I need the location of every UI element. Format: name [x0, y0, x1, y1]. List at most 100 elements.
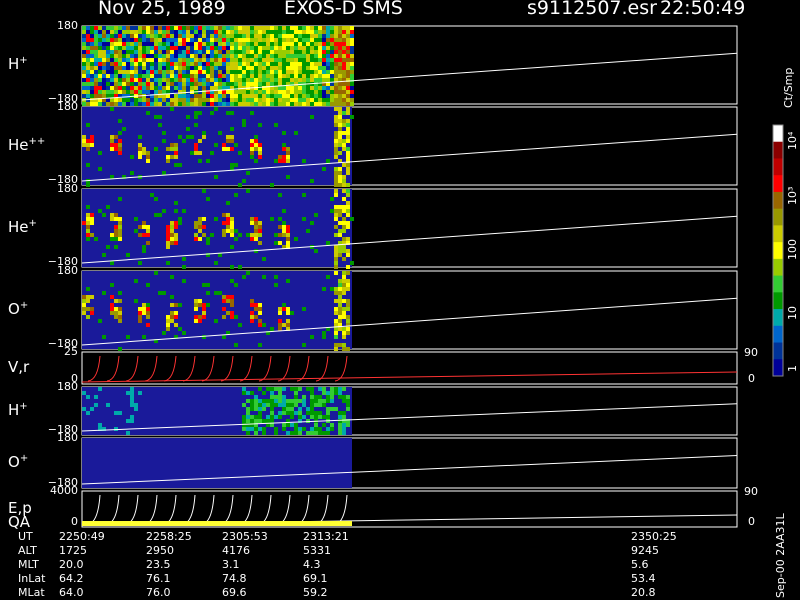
spectro-cell [234, 38, 238, 42]
spectro-cell [106, 403, 110, 407]
spectro-cell [322, 94, 326, 98]
spectro-cell [330, 98, 334, 102]
spectro-cell [274, 82, 278, 86]
spectro-cell [314, 26, 318, 30]
spectro-cell [282, 94, 286, 98]
spectro-cell [194, 111, 198, 115]
spectro-cell [154, 98, 158, 102]
spectro-cell [234, 163, 238, 167]
spectro-cell [214, 38, 218, 42]
spectro-cell [346, 183, 350, 187]
spectro-cell [334, 94, 338, 98]
spectro-cell [190, 58, 194, 62]
spectro-cell [346, 395, 350, 399]
spectro-cell [174, 147, 178, 151]
spectro-cell [342, 311, 346, 315]
spectro-cell [110, 54, 114, 58]
spectro-cell [242, 66, 246, 70]
spectro-cell [346, 299, 350, 303]
spectro-cell [170, 50, 174, 54]
spectro-cell [306, 90, 310, 94]
spectro-cell [198, 46, 202, 50]
spectro-cell [106, 90, 110, 94]
spectro-cell [182, 38, 186, 42]
spectro-cell [202, 42, 206, 46]
spectro-cell [122, 50, 126, 54]
spectro-cell [182, 94, 186, 98]
spectro-cell [302, 193, 306, 197]
spectro-cell [282, 42, 286, 46]
table-cell: 69.6 [222, 586, 247, 599]
spectro-cell [314, 94, 318, 98]
spectro-cell [250, 407, 254, 411]
spectro-cell [278, 311, 282, 315]
spectro-cell [82, 50, 86, 54]
spectro-cell [210, 102, 214, 106]
spectro-cell [262, 403, 266, 407]
spectro-cell [86, 287, 90, 291]
spectro-cell [342, 183, 346, 187]
spectro-cell [238, 94, 242, 98]
spectro-cell [326, 74, 330, 78]
spectro-cell [294, 86, 298, 90]
spectro-cell [134, 407, 138, 411]
spectro-cell [278, 403, 282, 407]
spectro-cell [338, 423, 342, 427]
spectro-cell [326, 275, 330, 279]
spectro-cell [246, 94, 250, 98]
spectro-cell [282, 26, 286, 30]
spectro-cell [318, 427, 322, 431]
spectro-cell [142, 78, 146, 82]
spectro-cell [298, 42, 302, 46]
spectro-cell [86, 70, 90, 74]
spectro-cell [162, 58, 166, 62]
spectro-cell [206, 54, 210, 58]
spectro-cell [318, 94, 322, 98]
panel-label: O+ [8, 300, 28, 318]
spectro-cell [174, 303, 178, 307]
spectro-cell [286, 70, 290, 74]
spectro-cell [334, 311, 338, 315]
spectro-cell [186, 46, 190, 50]
spectro-cell [222, 213, 226, 217]
spectro-cell [322, 42, 326, 46]
spectro-cell [278, 225, 282, 229]
spectro-cell [262, 431, 266, 435]
spectro-cell [266, 82, 270, 86]
spectro-cell [166, 62, 170, 66]
spectro-cell [138, 151, 142, 155]
spectro-cell [214, 50, 218, 54]
spectro-cell [130, 66, 134, 70]
spectro-cell [346, 86, 350, 90]
spectro-cell [134, 46, 138, 50]
spectro-cell [302, 34, 306, 38]
spectro-cell [282, 58, 286, 62]
spectro-cell [126, 253, 130, 257]
spectro-cell [302, 415, 306, 419]
spectro-cell [266, 62, 270, 66]
spectro-cell [286, 34, 290, 38]
spectro-cell [266, 415, 270, 419]
spectro-cell [110, 46, 114, 50]
spectro-cell [86, 229, 90, 233]
spectro-cell [86, 74, 90, 78]
spectro-cell [142, 307, 146, 311]
spectro-cell [222, 90, 226, 94]
spectro-cell [162, 50, 166, 54]
spectro-cell [166, 315, 170, 319]
spectro-cell [114, 86, 118, 90]
spectro-cell [330, 70, 334, 74]
spectro-cell [198, 299, 202, 303]
spectro-cell [106, 70, 110, 74]
spectro-cell [322, 287, 326, 291]
spectro-cell [262, 82, 266, 86]
spectro-cell [274, 395, 278, 399]
spectro-cell [246, 427, 250, 431]
spectro-cell [174, 82, 178, 86]
spectro-cell [346, 30, 350, 34]
spectro-cell [330, 102, 334, 106]
spectro-cell [162, 171, 166, 175]
spectro-cell [306, 34, 310, 38]
spectro-cell [306, 26, 310, 30]
spectro-cell [162, 54, 166, 58]
